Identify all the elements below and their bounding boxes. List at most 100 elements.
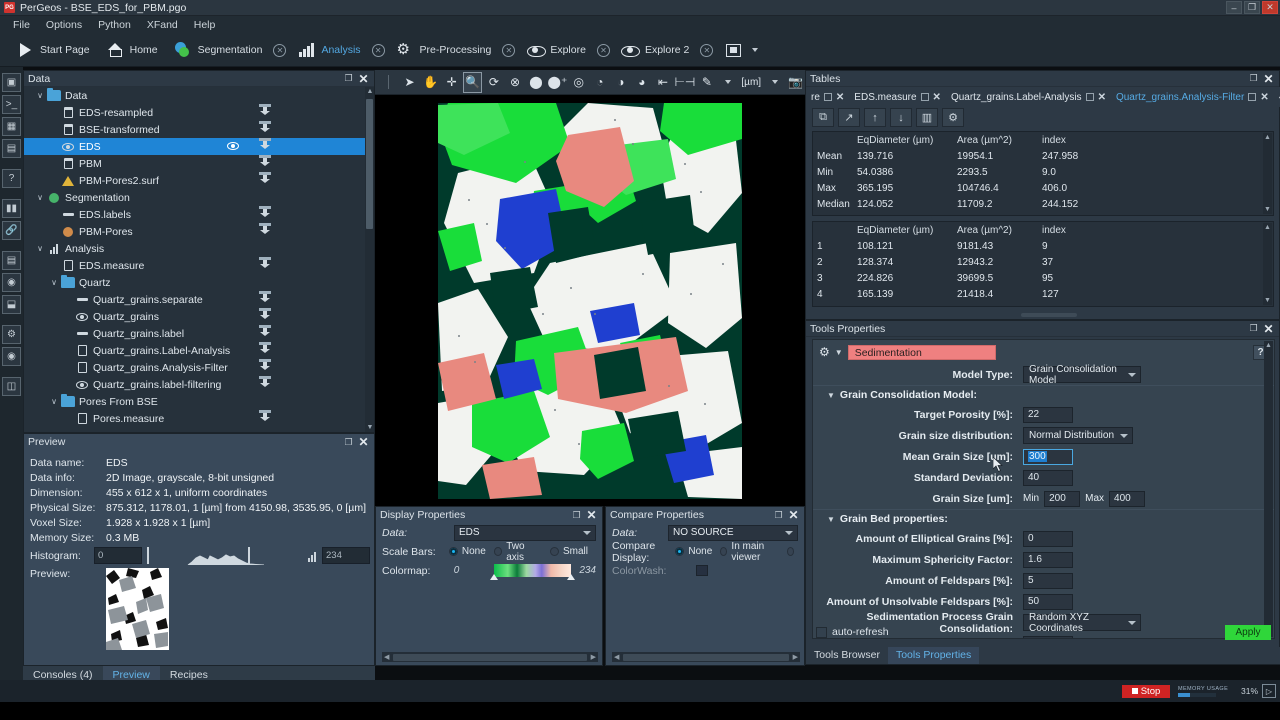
data-table-scrollbar[interactable]: ▲ ▼: [1263, 223, 1272, 305]
tree-item-eds-measure[interactable]: EDS.measure: [24, 256, 374, 274]
input-mean-grain-size-um[interactable]: 300: [1023, 448, 1073, 465]
zoom-magnifier-icon[interactable]: 🔍: [463, 71, 483, 93]
menu-help[interactable]: Help: [187, 18, 223, 32]
scroll-down-icon[interactable]: ▼: [367, 424, 374, 431]
console-icon[interactable]: >_: [2, 95, 21, 114]
slice-icon[interactable]: ◑: [611, 72, 630, 93]
stats-table-row[interactable]: Min 54.0386 2293.5 9.0: [813, 164, 1273, 180]
stats-table-row[interactable]: Max 365.195 104746.4 406.0: [813, 180, 1273, 196]
panel-resize-handle[interactable]: [1021, 313, 1077, 317]
input-amount-of-feldspars[interactable]: 5: [1023, 572, 1073, 589]
tree-item-pbm-pores2-surf[interactable]: PBM-Pores2.surf: [24, 171, 374, 189]
scroll-down-icon[interactable]: ▼: [1264, 206, 1271, 213]
histogram-plot[interactable]: [144, 546, 304, 565]
cursor-arrow-icon[interactable]: ➤: [400, 72, 419, 93]
tree-expand-icon[interactable]: ∨: [48, 278, 60, 287]
input-standard-deviation[interactable]: 40: [1023, 469, 1073, 486]
data-panel-float-icon[interactable]: ❐: [342, 72, 355, 85]
data-tree[interactable]: ∨ Data EDS-resampled BSE-transformed EDS PBM P…: [24, 87, 374, 432]
camera-icon[interactable]: 📷: [786, 72, 805, 93]
tab-tools-browser[interactable]: Tools Browser: [806, 647, 888, 664]
unit-dropdown-icon[interactable]: [765, 72, 784, 93]
tree-expand-icon[interactable]: ∨: [34, 193, 46, 202]
menu-xfand[interactable]: XFand: [140, 18, 185, 32]
scroll-right-icon[interactable]: ▶: [791, 653, 800, 661]
tree-item-data[interactable]: ∨ Data: [24, 87, 374, 104]
scroll-left-icon[interactable]: ◀: [612, 653, 621, 661]
screen-layout-button[interactable]: [716, 34, 766, 67]
dropdown-grain-size-distribution[interactable]: Normal Distribution: [1023, 427, 1133, 444]
main-viewer[interactable]: [375, 95, 805, 506]
dropdown-model-type[interactable]: Grain Consolidation Model: [1023, 364, 1141, 386]
save-icon[interactable]: [259, 290, 271, 306]
chart-icon[interactable]: ▮▮: [2, 199, 21, 218]
save-icon[interactable]: [259, 171, 271, 187]
move-down-icon[interactable]: ↓: [890, 108, 912, 127]
display-properties-hscrollbar[interactable]: ◀ ▶: [382, 652, 598, 662]
histogram-control[interactable]: 0 234: [94, 546, 370, 565]
close-workroom-analysis-icon[interactable]: ✕: [371, 43, 385, 57]
tools-properties-close-icon[interactable]: ✕: [1262, 322, 1275, 336]
workroom-explore-2[interactable]: Explore 2: [613, 34, 697, 67]
colormap-max[interactable]: 234: [579, 565, 596, 576]
table-tab-close-icon[interactable]: ✕: [836, 92, 844, 103]
workroom-start-page[interactable]: Start Page: [8, 34, 98, 67]
compare-properties-close-icon[interactable]: ✕: [787, 508, 800, 522]
close-workroom-preprocessing-icon[interactable]: ✕: [502, 43, 516, 57]
close-button[interactable]: ✕: [1262, 1, 1278, 14]
table-view-icon[interactable]: ▦: [2, 117, 21, 136]
tab-scroll-left-icon[interactable]: ‹: [1274, 87, 1280, 107]
save-icon[interactable]: [259, 409, 271, 425]
save-icon[interactable]: [259, 120, 271, 136]
section-grain-consolidation-model[interactable]: ▼ Grain Consolidation Model:: [813, 385, 1274, 404]
tab-tools-properties[interactable]: Tools Properties: [887, 647, 980, 664]
minimize-button[interactable]: –: [1226, 1, 1242, 14]
maximize-button[interactable]: ❐: [1244, 1, 1260, 14]
tree-expand-icon[interactable]: ∨: [48, 397, 60, 406]
tree-item-pbm[interactable]: PBM: [24, 154, 374, 172]
tree-item-analysis[interactable]: ∨ Analysis: [24, 240, 374, 257]
preview-panel-close-icon[interactable]: ✕: [357, 435, 370, 449]
histogram-min-input[interactable]: 0: [94, 547, 142, 564]
tree-item-pbm-pores[interactable]: PBM-Pores: [24, 222, 374, 240]
data-table-row[interactable]: 2 128.374 12943.2 37: [813, 254, 1273, 270]
stats-table-row[interactable]: Mean 139.716 19954.1 247.958: [813, 148, 1273, 164]
stats-table[interactable]: EqDiameter (µm) Area (µm^2) index Mean 139.7…: [812, 131, 1274, 216]
table-tab-eds-measure[interactable]: EDS.measure ✕: [849, 87, 946, 107]
tools-properties-float-icon[interactable]: ❐: [1247, 322, 1260, 335]
menu-python[interactable]: Python: [91, 18, 138, 32]
save-icon[interactable]: [259, 307, 271, 323]
scroll-up-icon[interactable]: ▲: [367, 88, 374, 95]
menu-file[interactable]: File: [6, 18, 37, 32]
move-up-icon[interactable]: ↑: [864, 108, 886, 127]
min-input[interactable]: 200: [1044, 490, 1081, 507]
tree-item-eds-resampled[interactable]: EDS-resampled: [24, 103, 374, 121]
workroom-segmentation[interactable]: Segmentation: [166, 34, 271, 67]
copy-icon[interactable]: ⧉: [812, 108, 834, 127]
compare-properties-hscrollbar[interactable]: ◀ ▶: [612, 652, 800, 662]
scroll-up-icon[interactable]: ▲: [1265, 342, 1272, 349]
display-properties-float-icon[interactable]: ❐: [570, 509, 583, 522]
display-properties-close-icon[interactable]: ✕: [585, 508, 598, 522]
input-target-porosity[interactable]: 22: [1023, 406, 1073, 423]
pen-icon[interactable]: ✎: [697, 72, 716, 93]
colormap-min[interactable]: 0: [454, 565, 494, 576]
settings-icon[interactable]: ⚙: [2, 325, 21, 344]
apply-button[interactable]: Apply: [1225, 624, 1271, 640]
scale-bars-option-small[interactable]: Small: [549, 546, 588, 557]
close-workroom-explore2-icon[interactable]: ✕: [700, 43, 714, 57]
volume-icon[interactable]: ◕: [632, 72, 651, 93]
tree-item-quartz-grains-label-analysis[interactable]: Quartz_grains.Label-Analysis: [24, 341, 374, 359]
auto-refresh-checkbox[interactable]: [816, 626, 827, 638]
histogram-max-input[interactable]: 234: [322, 547, 370, 564]
scroll-down-icon[interactable]: ▼: [1264, 297, 1271, 304]
rotate-icon[interactable]: ⟳: [484, 72, 503, 93]
tree-item-quartz-grains-label[interactable]: Quartz_grains.label: [24, 324, 374, 342]
tree-item-segmentation[interactable]: ∨ Segmentation: [24, 189, 374, 206]
tree-item-quartz-grains[interactable]: Quartz_grains: [24, 307, 374, 325]
data-table-row[interactable]: 4 165.139 21418.4 127: [813, 286, 1273, 302]
seed-icon[interactable]: ⬤: [526, 72, 545, 93]
chevron-down-icon[interactable]: ▼: [835, 348, 843, 357]
properties-icon[interactable]: ▤: [2, 139, 21, 158]
module-settings-icon[interactable]: ⚙: [819, 345, 830, 359]
